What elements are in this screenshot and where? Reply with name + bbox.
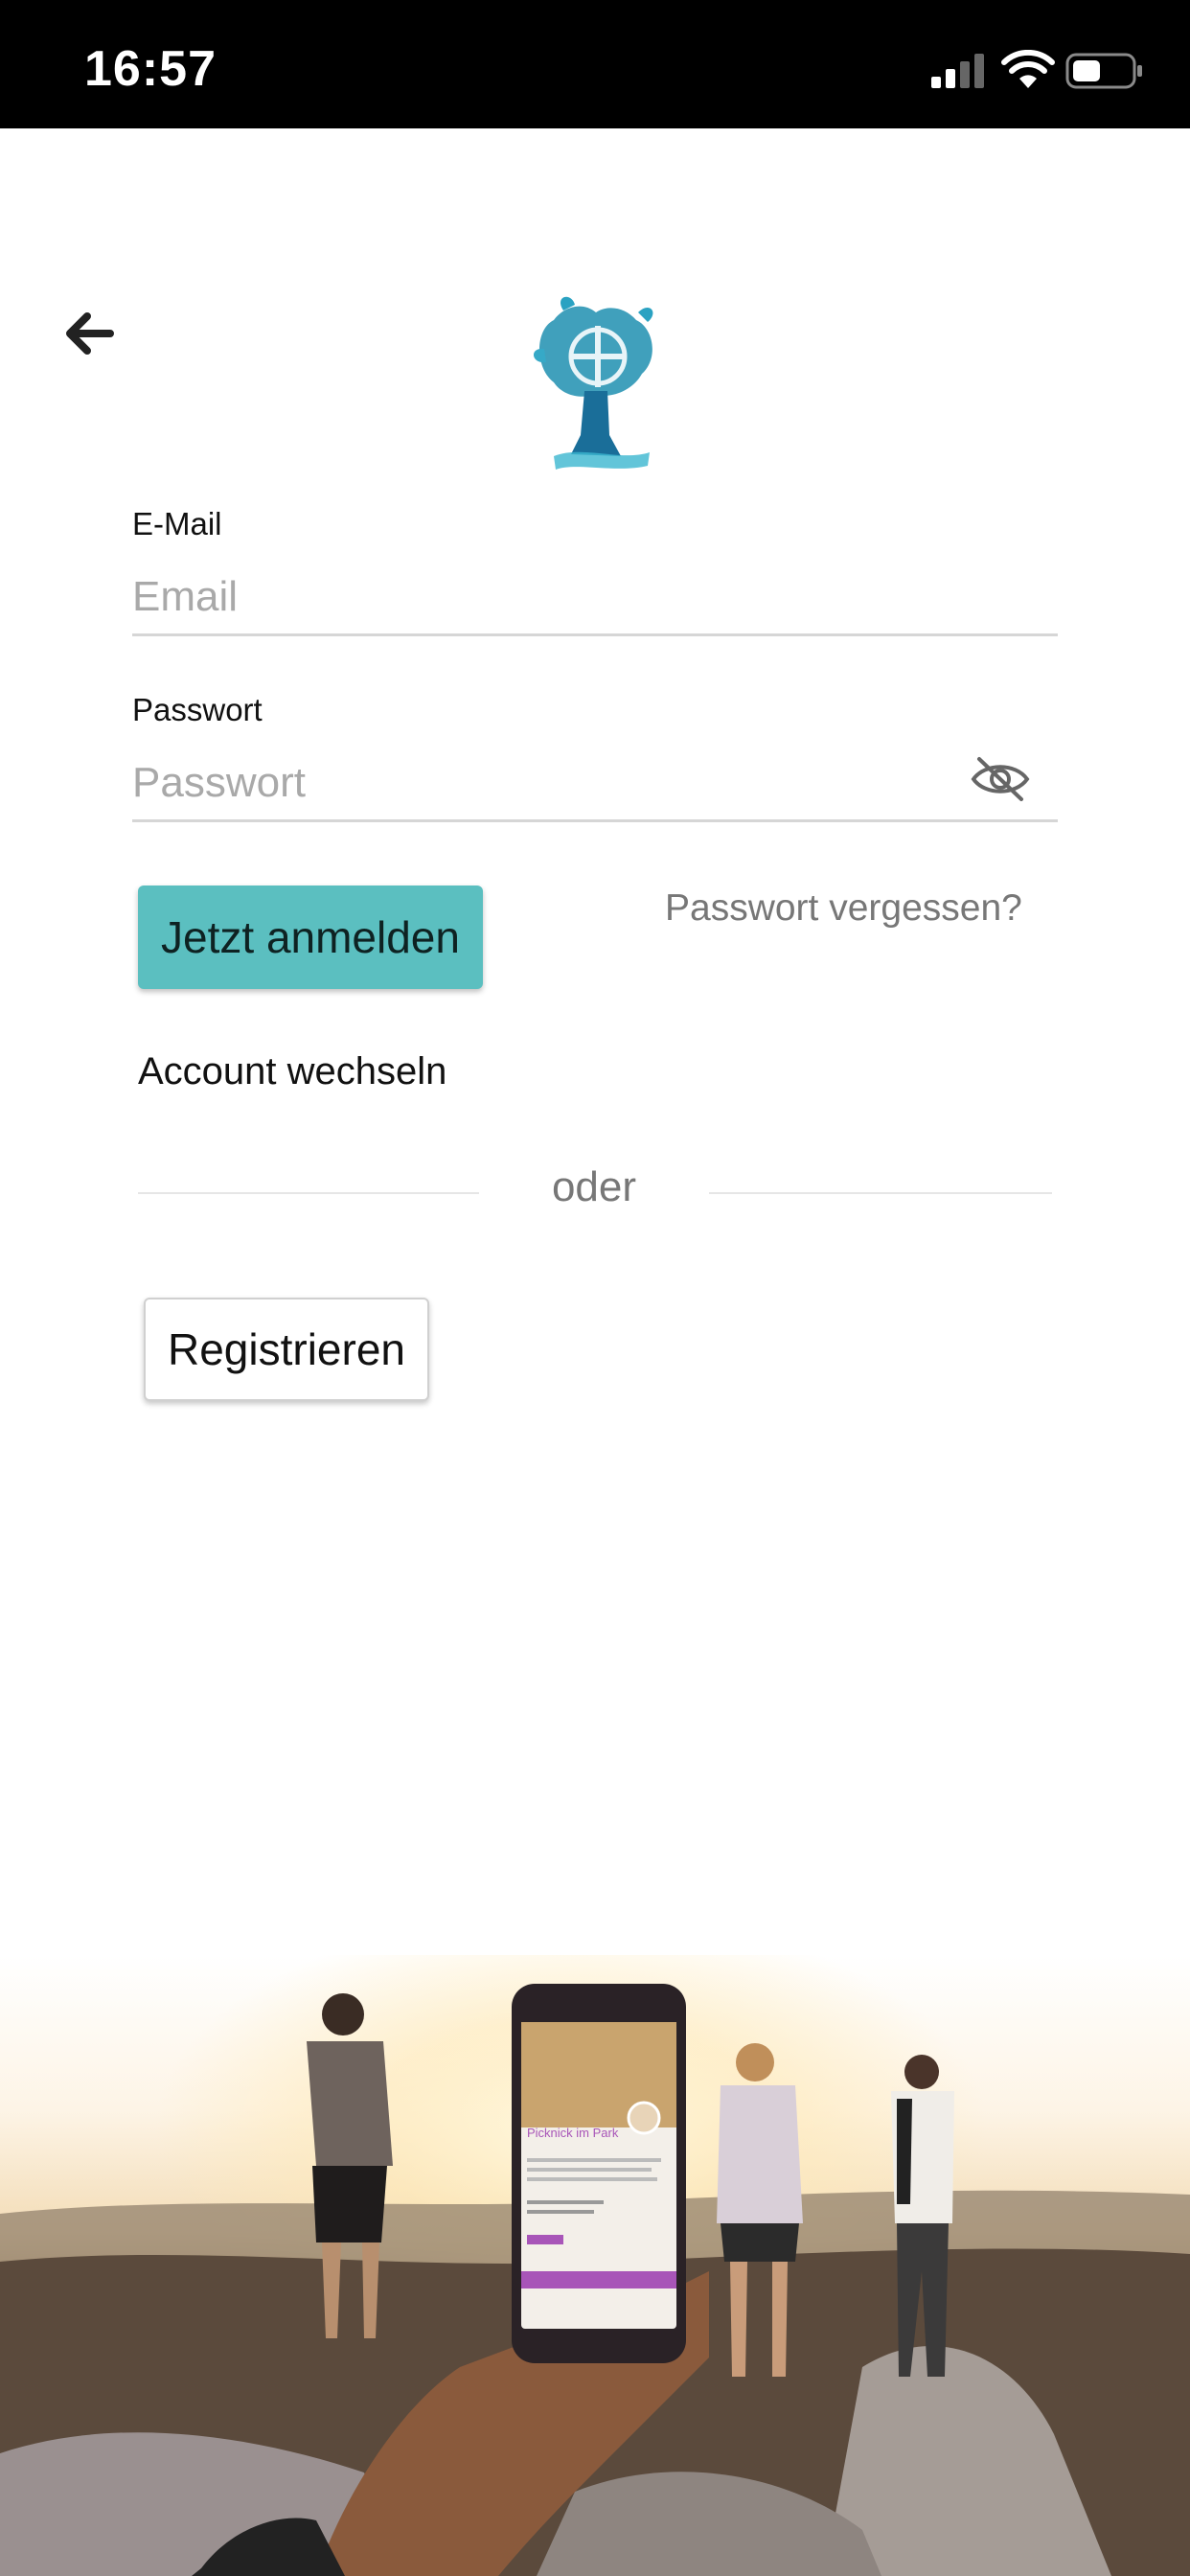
- battery-icon: [1065, 53, 1142, 89]
- eye-off-icon[interactable]: [970, 755, 1031, 803]
- signal-icon: [931, 54, 984, 88]
- email-label: E-Mail: [132, 506, 222, 541]
- back-button[interactable]: [57, 305, 119, 362]
- wifi-icon: [1001, 50, 1055, 88]
- switch-account-link[interactable]: Account wechseln: [138, 1050, 446, 1093]
- status-bar: 16:57: [0, 0, 1190, 128]
- hero-photo: Picknick im Park: [0, 1955, 1190, 2576]
- email-field[interactable]: [132, 560, 1058, 636]
- forgot-password-link[interactable]: Passwort vergessen?: [665, 887, 1022, 930]
- divider-line-left: [138, 1192, 479, 1194]
- divider-line-right: [709, 1192, 1052, 1194]
- phone-screen-title: Picknick im Park: [527, 2126, 619, 2140]
- divider-text: oder: [551, 1163, 637, 1210]
- status-time: 16:57: [84, 41, 217, 97]
- password-field[interactable]: [132, 746, 1058, 822]
- arrow-left-icon: [66, 312, 114, 355]
- tree-cross-logo: [533, 296, 653, 470]
- password-label: Passwort: [132, 692, 263, 727]
- register-button[interactable]: Registrieren: [144, 1298, 429, 1401]
- login-button[interactable]: Jetzt anmelden: [138, 886, 483, 989]
